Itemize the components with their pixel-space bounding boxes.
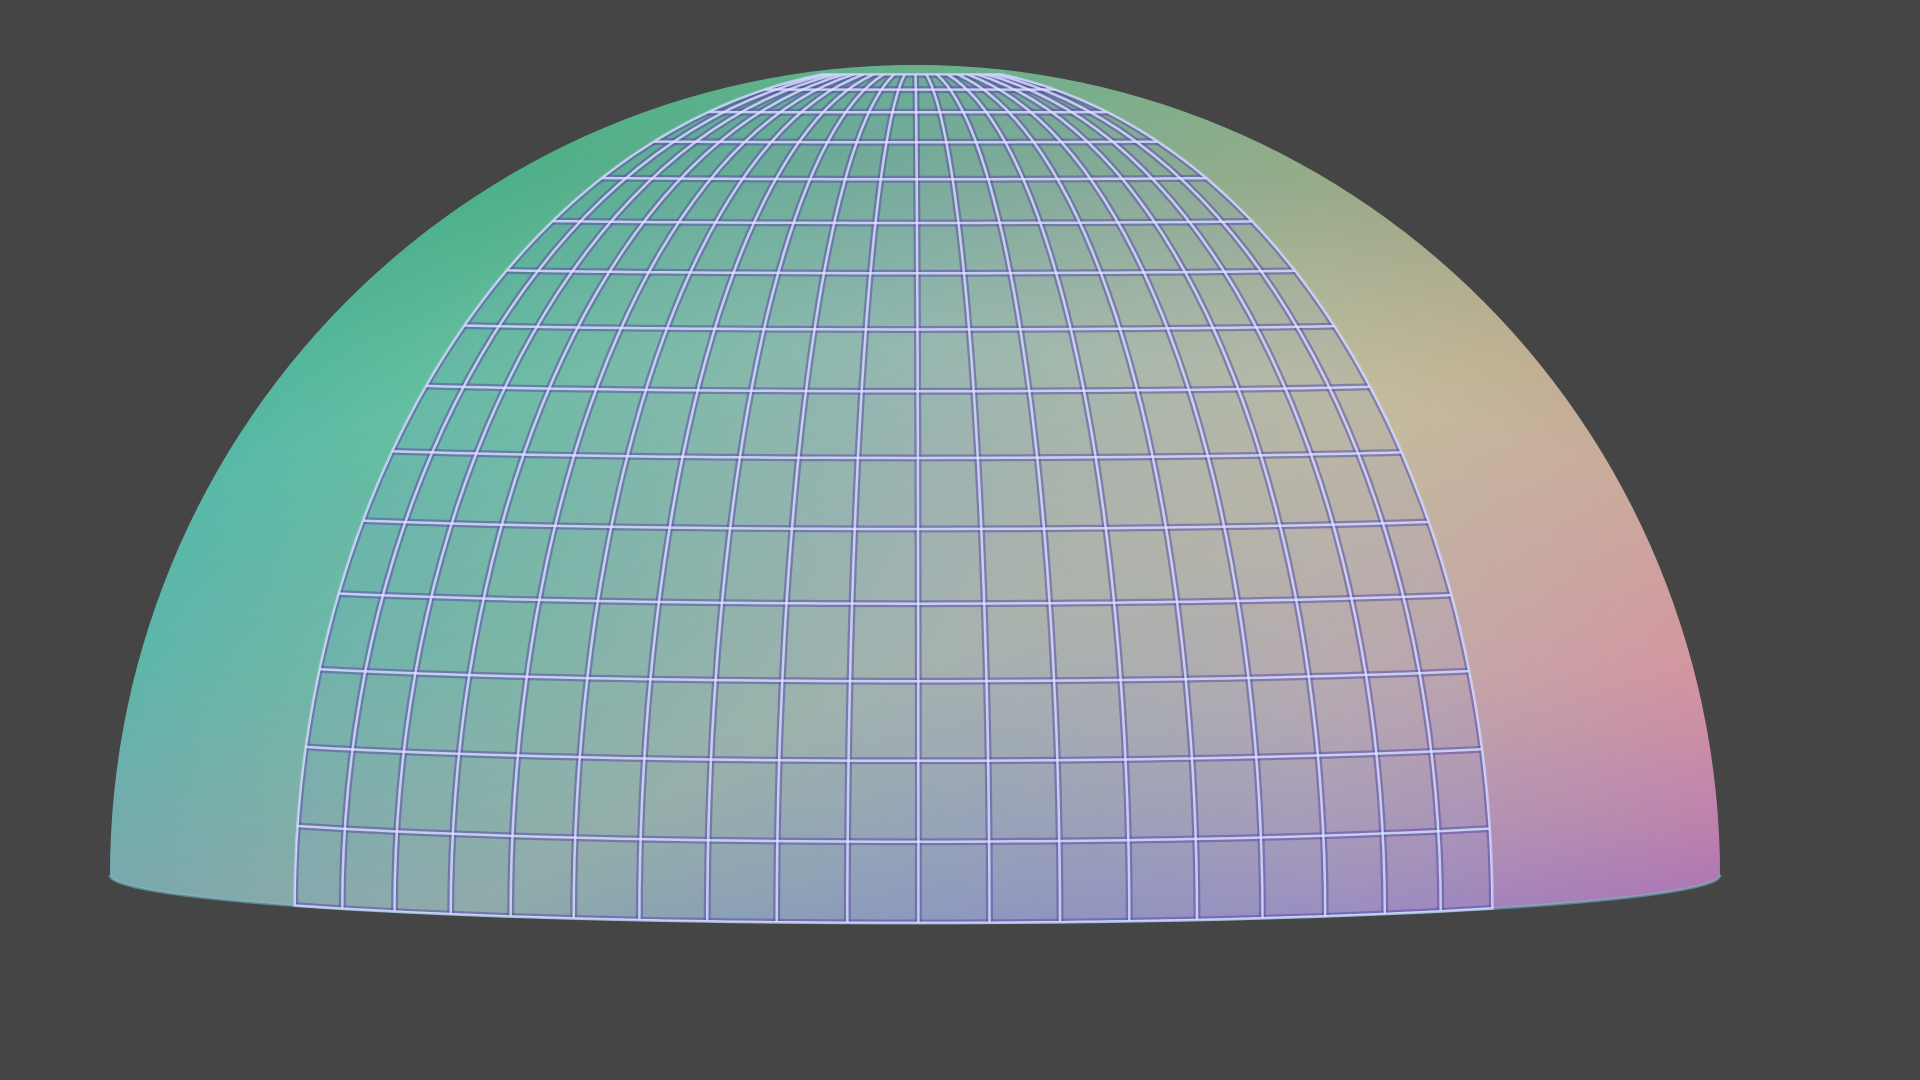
3d-viewport[interactable] — [0, 0, 1920, 1080]
parallel-groove-11 — [600, 176, 1208, 181]
dome-render — [108, 65, 1722, 925]
parallel-groove-12 — [652, 140, 1160, 144]
